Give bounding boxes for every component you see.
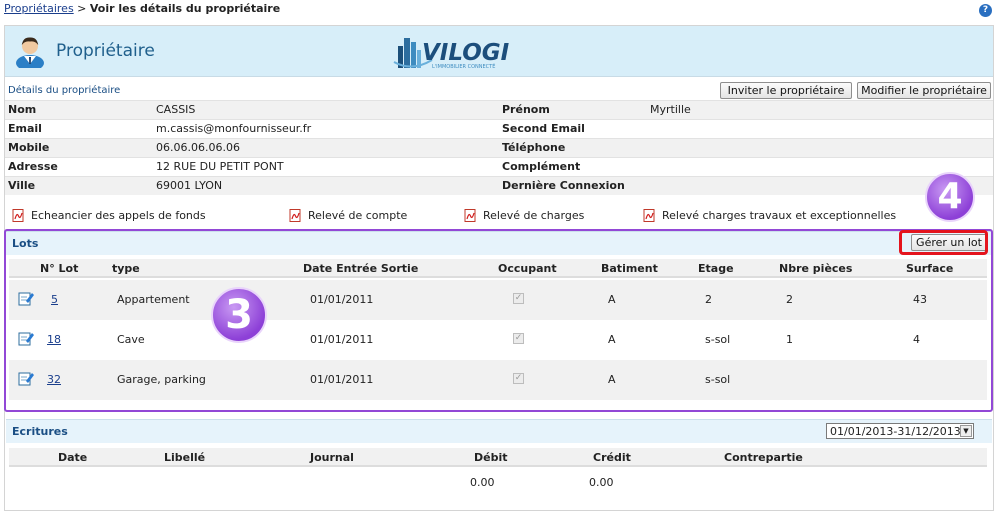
info-row-ville: Ville 69001 LYON Dernière Connexion bbox=[5, 176, 993, 195]
page-header: Propriétaire VILOGI L'IMMOBILIER CONNECT… bbox=[5, 26, 993, 77]
label-prenom: Prénom bbox=[502, 103, 550, 116]
breadcrumb-link-proprietaires[interactable]: Propriétaires bbox=[4, 2, 74, 15]
help-icon[interactable]: ? bbox=[979, 4, 992, 17]
col-credit: Crédit bbox=[593, 451, 631, 464]
step-badge-4: 4 bbox=[925, 172, 975, 222]
total-credit: 0.00 bbox=[589, 476, 614, 489]
logo-brand-text: VILOGI bbox=[422, 40, 510, 66]
logo-tagline-text: L'IMMOBILIER CONNECTÉ bbox=[432, 62, 495, 70]
label-mobile: Mobile bbox=[8, 141, 50, 154]
label-nom: Nom bbox=[8, 103, 37, 116]
doc-label: Relevé charges travaux et exceptionnelle… bbox=[662, 209, 897, 222]
col-debit: Débit bbox=[474, 451, 508, 464]
page-title: Propriétaire bbox=[56, 41, 155, 61]
value-nom: CASSIS bbox=[156, 103, 196, 116]
breadcrumb-current: Voir les détails du propriétaire bbox=[89, 2, 281, 15]
col-journal: Journal bbox=[310, 451, 354, 464]
chevron-down-icon: ▼ bbox=[960, 425, 972, 437]
value-prenom: Myrtille bbox=[650, 103, 691, 116]
col-date: Date bbox=[58, 451, 88, 464]
user-avatar-icon bbox=[16, 37, 44, 68]
lots-highlight-frame bbox=[4, 229, 993, 412]
info-row-mobile: Mobile 06.06.06.06.06 Téléphone bbox=[5, 138, 993, 157]
document-links: Echeancier des appels de fonds Relevé de… bbox=[5, 208, 993, 228]
info-row-email: Email m.cassis@monfournisseur.fr Second … bbox=[5, 119, 993, 138]
doc-label: Relevé de charges bbox=[483, 209, 585, 222]
info-row-nom: Nom CASSIS Prénom Myrtille bbox=[5, 100, 993, 119]
label-ville: Ville bbox=[8, 179, 36, 192]
breadcrumb-separator: > bbox=[77, 2, 87, 15]
label-complement: Complément bbox=[502, 160, 581, 173]
pdf-icon bbox=[289, 209, 301, 222]
pdf-icon bbox=[12, 209, 24, 222]
period-select-value: 01/01/2013-31/12/2013 bbox=[830, 425, 961, 438]
value-ville: 69001 LYON bbox=[156, 179, 223, 192]
vilogi-logo: VILOGI L'IMMOBILIER CONNECTÉ bbox=[393, 38, 510, 70]
doc-label: Echeancier des appels de fonds bbox=[31, 209, 206, 222]
period-select[interactable]: 01/01/2013-31/12/2013 ▼ bbox=[826, 423, 974, 439]
label-email: Email bbox=[8, 122, 42, 135]
step-badge-3: 3 bbox=[211, 287, 267, 343]
pdf-icon bbox=[643, 209, 655, 222]
breadcrumb: Propriétaires > Voir les détails du prop… bbox=[4, 2, 280, 15]
details-section-label: Détails du propriétaire bbox=[8, 85, 121, 96]
label-second-email: Second Email bbox=[502, 122, 585, 135]
label-adresse: Adresse bbox=[8, 160, 58, 173]
value-email: m.cassis@monfournisseur.fr bbox=[156, 122, 312, 135]
label-derniere-connexion: Dernière Connexion bbox=[502, 179, 625, 192]
ecritures-table-header: Date Libellé Journal Débit Crédit Contre… bbox=[9, 448, 987, 467]
col-contrepartie: Contrepartie bbox=[724, 451, 803, 464]
pdf-icon bbox=[464, 209, 476, 222]
value-adresse: 12 RUE DU PETIT PONT bbox=[156, 160, 284, 173]
value-mobile: 06.06.06.06.06 bbox=[156, 141, 240, 154]
edit-owner-button[interactable]: Modifier le propriétaire bbox=[857, 82, 991, 99]
col-libelle: Libellé bbox=[164, 451, 206, 464]
manage-lot-highlight-frame bbox=[899, 230, 988, 255]
ecritures-totals-row: 0.00 0.00 bbox=[9, 468, 987, 498]
ecritures-title: Ecritures bbox=[12, 425, 68, 438]
invite-owner-button[interactable]: Inviter le propriétaire bbox=[720, 82, 852, 99]
label-telephone: Téléphone bbox=[502, 141, 566, 154]
total-debit: 0.00 bbox=[470, 476, 495, 489]
doc-label: Relevé de compte bbox=[308, 209, 408, 222]
info-row-adresse: Adresse 12 RUE DU PETIT PONT Complément bbox=[5, 157, 993, 176]
